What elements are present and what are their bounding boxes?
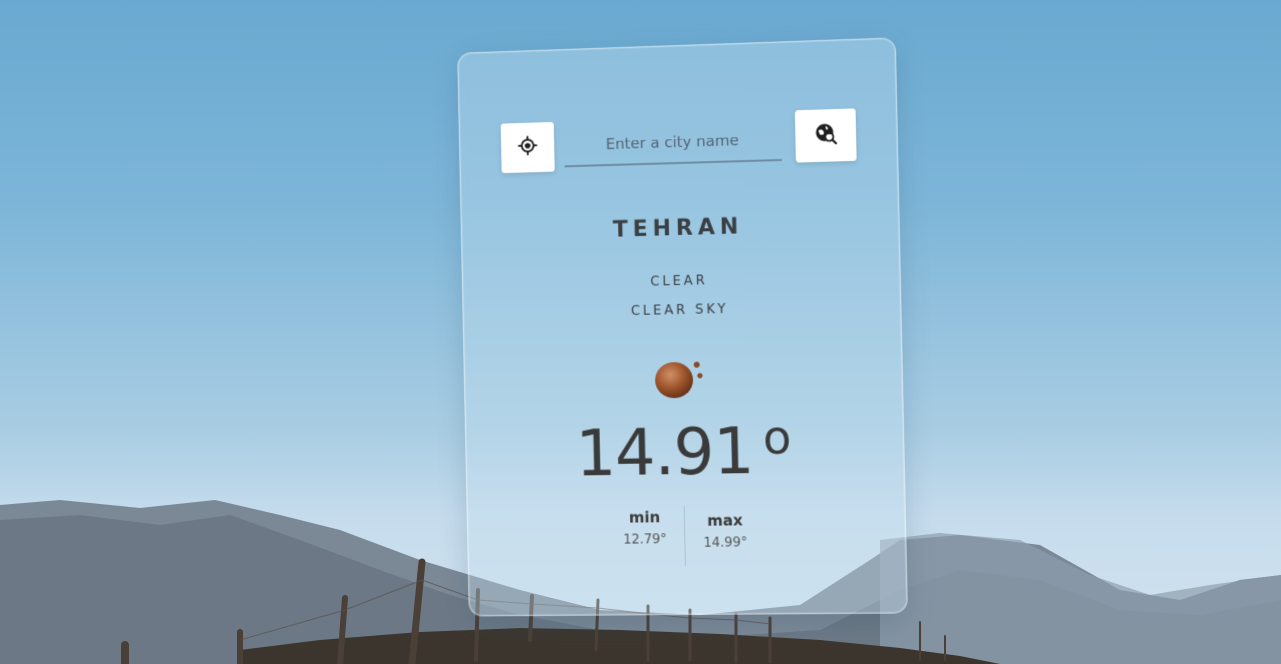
search-bar [500,108,857,177]
city-name: TEHRAN [612,214,744,243]
locate-button[interactable] [500,121,555,174]
max-temp-column: max 14.99° [685,505,766,566]
max-value: 14.99° [703,535,748,551]
clear-sky-sun-icon [650,355,711,400]
weather-condition: CLEAR [650,273,708,290]
crosshair-icon [517,134,539,160]
min-value: 12.79° [623,532,667,548]
temperature-display: 14.91 o [466,410,905,493]
min-max-panel: min 12.79° max 14.99° [605,505,766,567]
min-temp-column: min 12.79° [605,505,686,567]
globe-search-icon [813,121,838,150]
weather-description: CLEAR SKY [630,301,729,320]
degree-symbol: o [762,410,791,465]
city-search-input[interactable] [563,118,782,168]
weather-card: TEHRAN CLEAR CLEAR SKY 14.91o min 12.79°… [457,37,908,617]
search-button[interactable] [794,108,857,163]
max-label: max [707,511,743,530]
min-label: min [628,508,661,527]
temperature-value: 14.91 [574,414,754,492]
